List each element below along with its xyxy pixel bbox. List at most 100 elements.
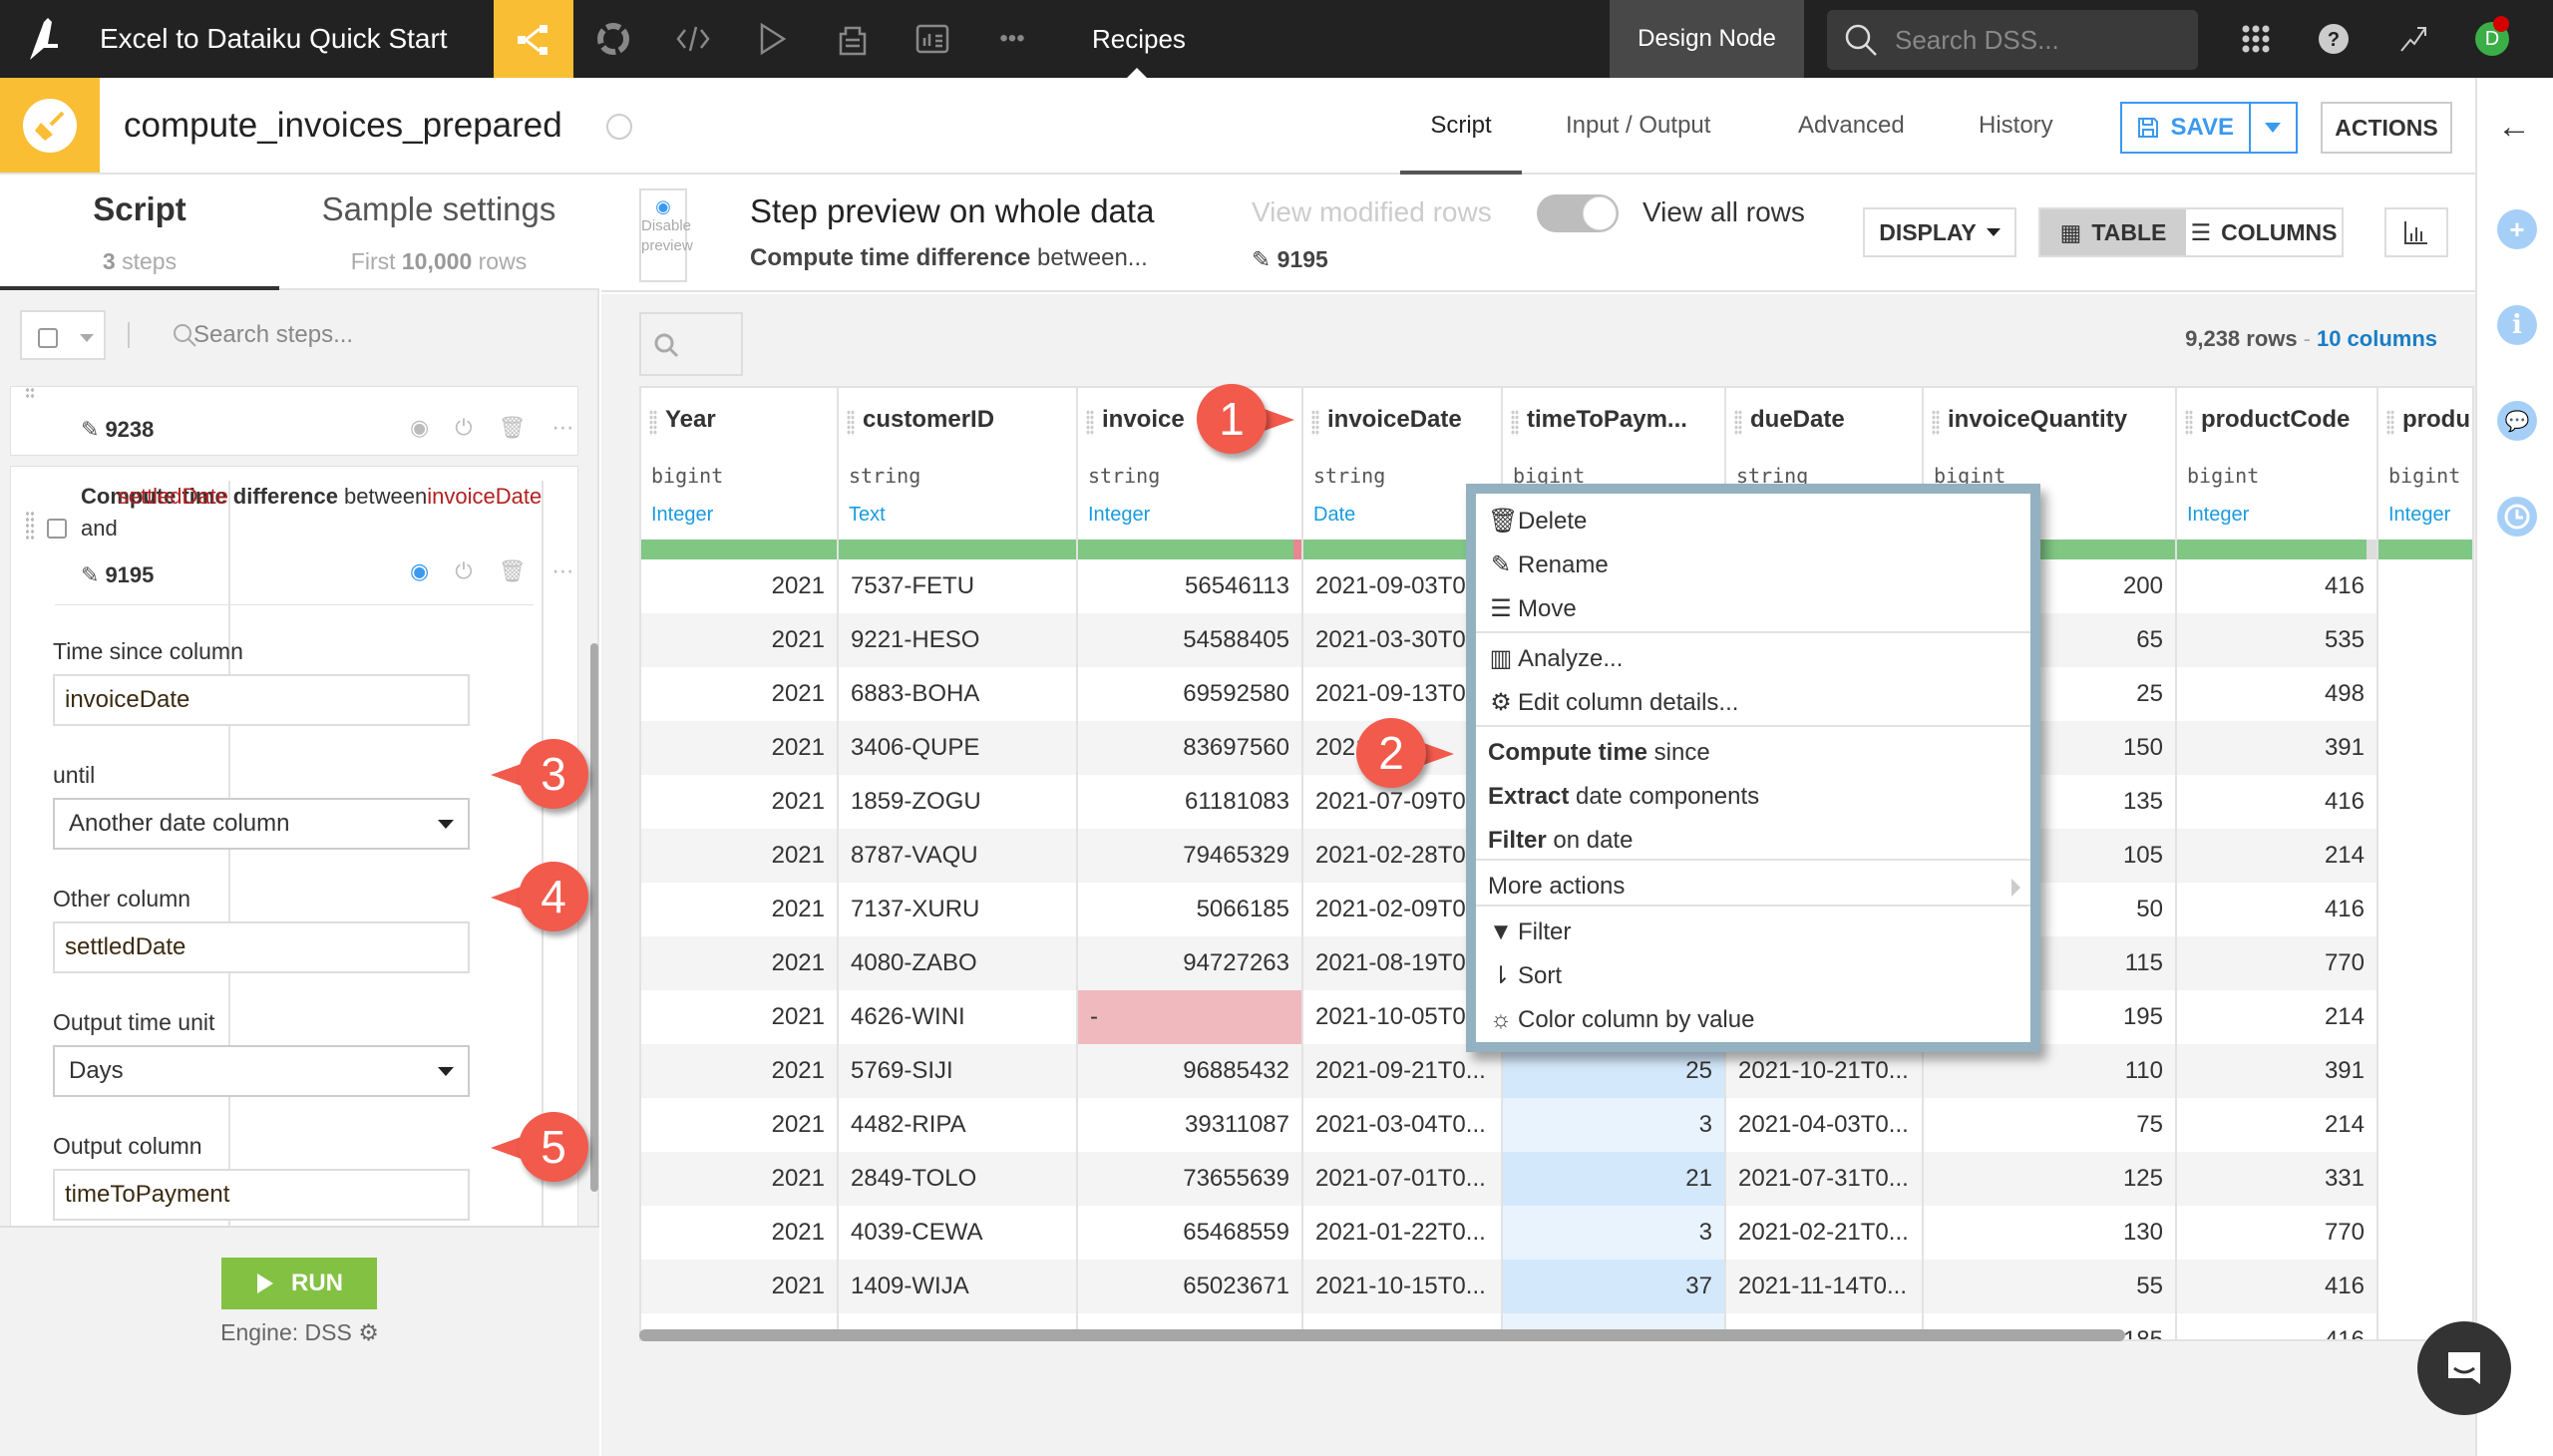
table-cell[interactable]: 2021 xyxy=(641,990,837,1044)
table-cell[interactable]: 2021-03-04T0... xyxy=(1303,1098,1501,1152)
column-name[interactable]: dueDate xyxy=(1750,406,1845,434)
table-cell[interactable]: 96885432 xyxy=(1078,1044,1301,1098)
menu-item-edit-column-details[interactable]: ⚙ Edit column details... xyxy=(1476,681,2030,725)
tab-script[interactable]: Script xyxy=(1400,78,1522,175)
view-rows-toggle[interactable] xyxy=(1537,194,1619,232)
table-cell[interactable]: 2021-02-21T0... xyxy=(1726,1206,1922,1260)
table-cell[interactable]: 770 xyxy=(2177,1206,2376,1260)
drag-handle-icon[interactable] xyxy=(1086,410,1094,436)
run-icon[interactable] xyxy=(733,0,813,78)
column-header[interactable]: produ bigint Integer xyxy=(2378,388,2472,547)
table-cell[interactable]: 2021-09-21T0... xyxy=(1303,1044,1501,1098)
table-cell[interactable]: 2021 xyxy=(641,1152,837,1206)
drag-handle-icon[interactable] xyxy=(1734,410,1742,436)
add-icon[interactable]: + xyxy=(2497,209,2537,249)
project-name[interactable]: Excel to Dataiku Quick Start xyxy=(100,0,448,78)
table-cell[interactable]: 2021-10-15T0... xyxy=(1303,1260,1501,1313)
timeline-icon[interactable] xyxy=(2497,497,2537,537)
discussions-icon[interactable]: 💬 xyxy=(2497,401,2537,441)
table-cell[interactable]: 2021 xyxy=(641,559,837,613)
column-meaning[interactable]: Integer xyxy=(2388,504,2450,527)
collapse-arrow-icon[interactable]: ← xyxy=(2497,108,2531,147)
actions-button[interactable]: ACTIONS xyxy=(2321,102,2452,154)
more-icon[interactable]: ⋯ xyxy=(552,415,574,441)
trends-icon[interactable] xyxy=(2383,0,2443,78)
column-meaning[interactable]: Date xyxy=(1313,504,1355,527)
table-cell[interactable]: 2021 xyxy=(641,1260,837,1313)
table-cell[interactable]: 25 xyxy=(1503,1044,1724,1098)
output-column-input[interactable] xyxy=(53,1169,470,1221)
menu-item-color-column-by-value[interactable]: ☼ Color column by value xyxy=(1476,998,2030,1042)
table-cell[interactable]: 214 xyxy=(2177,1098,2376,1152)
table-cell[interactable]: 2021 xyxy=(641,1098,837,1152)
display-dropdown[interactable]: DISPLAY xyxy=(1863,207,2016,257)
table-search-button[interactable] xyxy=(639,312,743,376)
engine-selector[interactable]: Engine: DSS ⚙ xyxy=(0,1319,599,1346)
menu-item-date-components[interactable]: Extract date components xyxy=(1476,775,2030,819)
menu-item-rename[interactable]: ✎ Rename xyxy=(1476,544,2030,587)
eye-icon[interactable]: ◉ xyxy=(410,415,429,441)
table-cell[interactable]: 535 xyxy=(2177,613,2376,667)
menu-item-since[interactable]: Compute time since xyxy=(1476,731,2030,775)
select-all-checkbox[interactable] xyxy=(38,328,58,348)
table-cell[interactable]: 7537-FETU xyxy=(839,559,1076,613)
column-meaning[interactable]: Integer xyxy=(651,504,713,527)
table-cell[interactable]: 7137-XURU xyxy=(839,883,1076,936)
column-header[interactable]: Year bigint Integer xyxy=(641,388,837,547)
table-cell[interactable]: 4482-RIPA xyxy=(839,1098,1076,1152)
output-time-unit-select[interactable]: Days xyxy=(53,1045,470,1097)
table-cell[interactable]: 214 xyxy=(2177,829,2376,883)
trash-icon[interactable]: 🗑 xyxy=(499,558,527,584)
table-cell[interactable]: 5066185 xyxy=(1078,883,1301,936)
global-search[interactable] xyxy=(1827,10,2198,70)
table-cell[interactable]: 8787-VAQU xyxy=(839,829,1076,883)
charts-button[interactable] xyxy=(2384,207,2448,257)
step-card-current[interactable]: Compute time difference between invoiceD… xyxy=(10,466,578,1244)
tab-input-output[interactable]: Input / Output xyxy=(1566,78,1710,173)
table-cell[interactable]: 4039-CEWA xyxy=(839,1206,1076,1260)
column-name[interactable]: customerID xyxy=(863,406,994,434)
lab-icon[interactable] xyxy=(573,0,653,78)
table-cell[interactable]: 61181083 xyxy=(1078,775,1301,829)
step-card-previous[interactable]: ✎ 9238 ◉ ⏻ 🗑 ⋯ xyxy=(10,386,578,456)
column-meaning[interactable]: Text xyxy=(849,504,886,527)
table-cell[interactable]: 55 xyxy=(1924,1260,2175,1313)
table-cell[interactable]: 214 xyxy=(2177,990,2376,1044)
menu-item-sort[interactable]: ⇂ Sort xyxy=(1476,954,2030,998)
eye-icon[interactable]: ◉ xyxy=(410,558,429,584)
table-cell[interactable]: 4080-ZABO xyxy=(839,936,1076,990)
menu-item-filter[interactable]: ▼ Filter xyxy=(1476,910,2030,954)
table-cell[interactable]: 21 xyxy=(1503,1152,1724,1206)
table-cell[interactable]: 770 xyxy=(2177,936,2376,990)
apps-grid-icon[interactable] xyxy=(2226,0,2286,78)
search-steps-input[interactable] xyxy=(152,310,550,360)
menu-item-move[interactable]: ☰ Move xyxy=(1476,587,2030,631)
drag-handle-icon[interactable] xyxy=(1311,410,1319,436)
table-cell[interactable]: 1859-ZOGU xyxy=(839,775,1076,829)
table-cell[interactable]: 1409-WIJA xyxy=(839,1260,1076,1313)
recipe-name[interactable]: compute_invoices_prepared xyxy=(124,78,562,173)
table-cell[interactable]: 39311087 xyxy=(1078,1098,1301,1152)
column-name[interactable]: invoiceDate xyxy=(1327,406,1462,434)
table-cell[interactable]: 9221-HESO xyxy=(839,613,1076,667)
table-cell[interactable]: 56546113 xyxy=(1078,559,1301,613)
drag-handle-icon[interactable] xyxy=(2386,410,2394,436)
table-cell[interactable]: 3 xyxy=(1503,1098,1724,1152)
table-cell[interactable]: 4626-WINI xyxy=(839,990,1076,1044)
drag-handle-icon[interactable] xyxy=(1932,410,1940,436)
table-cell[interactable]: 2021-07-31T0... xyxy=(1726,1152,1922,1206)
table-cell[interactable]: 125 xyxy=(1924,1152,2175,1206)
table-cell[interactable]: 2021-01-22T0... xyxy=(1303,1206,1501,1260)
table-cell[interactable]: 2021 xyxy=(641,883,837,936)
chat-support-button[interactable] xyxy=(2417,1321,2511,1415)
horizontal-scrollbar[interactable] xyxy=(639,1329,2125,1341)
drag-handle-icon[interactable] xyxy=(2185,410,2193,436)
menu-item-delete[interactable]: 🗑Delete xyxy=(1476,500,2030,544)
save-button[interactable]: SAVE xyxy=(2122,104,2251,152)
steps-scrollbar[interactable] xyxy=(590,643,598,1192)
table-cell[interactable]: 2021 xyxy=(641,613,837,667)
column-header[interactable]: customerID string Text xyxy=(839,388,1076,547)
column-name[interactable]: invoiceQuantity xyxy=(1948,406,2127,434)
table-cell[interactable]: 3406-QUPE xyxy=(839,721,1076,775)
other-column-input[interactable] xyxy=(53,921,470,973)
